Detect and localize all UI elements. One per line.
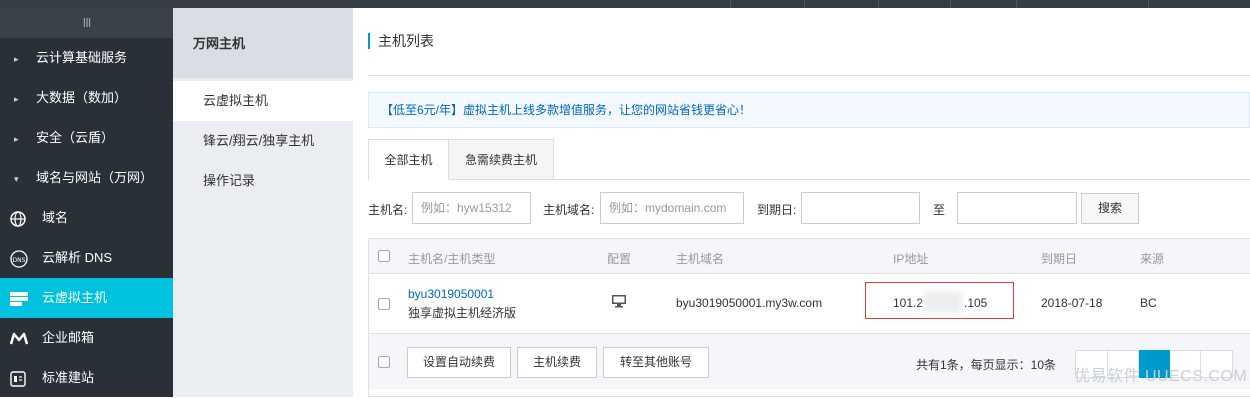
tab-renewal-needed[interactable]: 急需续费主机 xyxy=(449,139,554,180)
subnav-item-operation-log[interactable]: 操作记录 xyxy=(173,161,353,201)
host-domain-input[interactable] xyxy=(600,192,744,224)
ip-highlight-box: 101.2 .105 xyxy=(865,282,1014,319)
expire-date-start-input[interactable] xyxy=(801,192,920,224)
top-bar-divider xyxy=(1148,0,1149,8)
sidebar-collapse-handle[interactable]: III xyxy=(0,8,173,38)
sidebar-item-domain[interactable]: 域名 xyxy=(0,198,173,238)
ip-redaction xyxy=(924,291,962,313)
top-bar-divider xyxy=(950,0,951,8)
transfer-account-button[interactable]: 转至其他账号 xyxy=(603,347,709,378)
expire-date: 2018-07-18 xyxy=(1041,296,1103,310)
expire-date-label: 到期日: xyxy=(757,203,797,217)
sidebar-item-label: 云解析 DNS xyxy=(42,250,113,265)
table-row: byu3019050001 独享虚拟主机经济版 byu3019050001.my… xyxy=(369,274,1250,334)
dns-icon: DNS xyxy=(10,239,42,279)
sidebar-group-label: 云计算基础服务 xyxy=(36,50,128,65)
sidebar-group-label: 域名与网站（万网） xyxy=(36,170,154,185)
sidebar-item-mail[interactable]: 企业邮箱 xyxy=(0,318,173,358)
search-bar: 主机名: 主机域名: 到期日: 至 搜索 xyxy=(368,191,1250,225)
column-header-ip: IP地址 xyxy=(893,252,929,266)
host-name-input[interactable] xyxy=(412,192,531,224)
globe-icon xyxy=(10,199,42,239)
host-name-link[interactable]: byu3019050001 xyxy=(408,287,494,301)
host-tabs: 全部主机 急需续费主机 xyxy=(368,139,1250,180)
column-header-config: 配置 xyxy=(607,252,632,266)
host-name-label: 主机名: xyxy=(368,203,408,217)
footer-select-all-checkbox[interactable] xyxy=(378,356,390,368)
page-title: 主机列表 xyxy=(368,33,434,49)
divider xyxy=(368,75,1250,76)
sidebar-item-virtual-host[interactable]: 云虚拟主机 xyxy=(0,278,173,318)
search-button[interactable]: 搜索 xyxy=(1081,193,1139,224)
svg-text:DNS: DNS xyxy=(13,257,26,264)
sidebar-group-label: 大数据（数加） xyxy=(36,90,128,105)
pagination-summary: 共有1条，每页显示：10条 xyxy=(916,358,1057,372)
subnav-item-virtual-host[interactable]: 云虚拟主机 xyxy=(173,81,353,121)
date-range-to-label: 至 xyxy=(933,203,946,217)
top-bar-divider xyxy=(1016,0,1017,8)
chevron-right-icon: ▸ xyxy=(14,94,19,104)
chevron-right-icon: ▸ xyxy=(14,54,19,64)
watermark-text: 优易软件 UUECS.COM xyxy=(1074,368,1248,385)
top-bar xyxy=(0,0,1250,8)
expire-date-end-input[interactable] xyxy=(957,192,1077,224)
column-header-domain: 主机域名 xyxy=(676,252,725,266)
tab-all-hosts[interactable]: 全部主机 xyxy=(368,139,449,180)
host-domain: byu3019050001.my3w.com xyxy=(676,296,823,310)
main-content: 主机列表 【低至6元/年】虚拟主机上线多款增值服务，让您的网站省钱更省心！ 全部… xyxy=(353,8,1250,397)
column-header-source: 来源 xyxy=(1140,252,1165,266)
sidebar: III ▸ 云计算基础服务 ▸ 大数据（数加） ▸ 安全（云盾） ▾ 域名与网站（万网）… xyxy=(0,8,173,397)
table-header: 主机名/主机类型 配置 主机域名 IP地址 到期日 来源 xyxy=(369,239,1250,274)
column-header-expire: 到期日 xyxy=(1041,252,1078,266)
sidebar-group-cloud[interactable]: ▸ 云计算基础服务 xyxy=(0,38,173,78)
sub-navigation: 万网主机 云虚拟主机 锋云/翔云/独享主机 操作记录 xyxy=(173,8,353,397)
renew-host-button[interactable]: 主机续费 xyxy=(517,347,597,378)
subnav-item-dedicated-host[interactable]: 锋云/翔云/独享主机 xyxy=(173,121,353,161)
host-domain-label: 主机域名: xyxy=(543,203,595,217)
chevron-right-icon: ▸ xyxy=(14,134,19,144)
sidebar-item-label: 标准建站 xyxy=(42,370,95,385)
sidebar-group-domain-web[interactable]: ▾ 域名与网站（万网） xyxy=(0,158,173,198)
top-bar-divider xyxy=(804,0,805,8)
sidebar-item-label: 企业邮箱 xyxy=(42,330,95,345)
ip-address-suffix: .105 xyxy=(964,296,988,310)
row-checkbox[interactable] xyxy=(378,298,390,310)
host-type: 独享虚拟主机经济版 xyxy=(408,306,517,320)
promo-notice-link[interactable]: 【低至6元/年】虚拟主机上线多款增值服务，让您的网站省钱更省心！ xyxy=(368,92,1250,128)
server-icon xyxy=(10,279,42,319)
host-source: BC xyxy=(1140,296,1157,310)
subnav-title: 万网主机 xyxy=(173,8,353,78)
sidebar-item-dns[interactable]: DNS 云解析 DNS xyxy=(0,238,173,278)
select-all-checkbox[interactable] xyxy=(378,250,390,262)
sidebar-item-site[interactable]: 标准建站 xyxy=(0,358,173,398)
auto-renew-button[interactable]: 设置自动续费 xyxy=(407,347,511,378)
top-bar-divider xyxy=(878,0,879,8)
sidebar-group-bigdata[interactable]: ▸ 大数据（数加） xyxy=(0,78,173,118)
sidebar-item-label: 域名 xyxy=(42,210,69,225)
mail-icon xyxy=(9,319,42,359)
monitor-icon[interactable] xyxy=(611,294,627,311)
sidebar-group-security[interactable]: ▸ 安全（云盾） xyxy=(0,118,173,158)
chevron-down-icon: ▾ xyxy=(14,174,19,184)
sidebar-item-label: 云虚拟主机 xyxy=(42,290,108,305)
site-icon xyxy=(10,359,42,399)
sidebar-group-label: 安全（云盾） xyxy=(36,130,115,145)
column-header-host: 主机名/主机类型 xyxy=(408,252,496,266)
ip-address-prefix: 101.2 xyxy=(893,296,924,310)
top-bar-divider xyxy=(730,0,731,8)
